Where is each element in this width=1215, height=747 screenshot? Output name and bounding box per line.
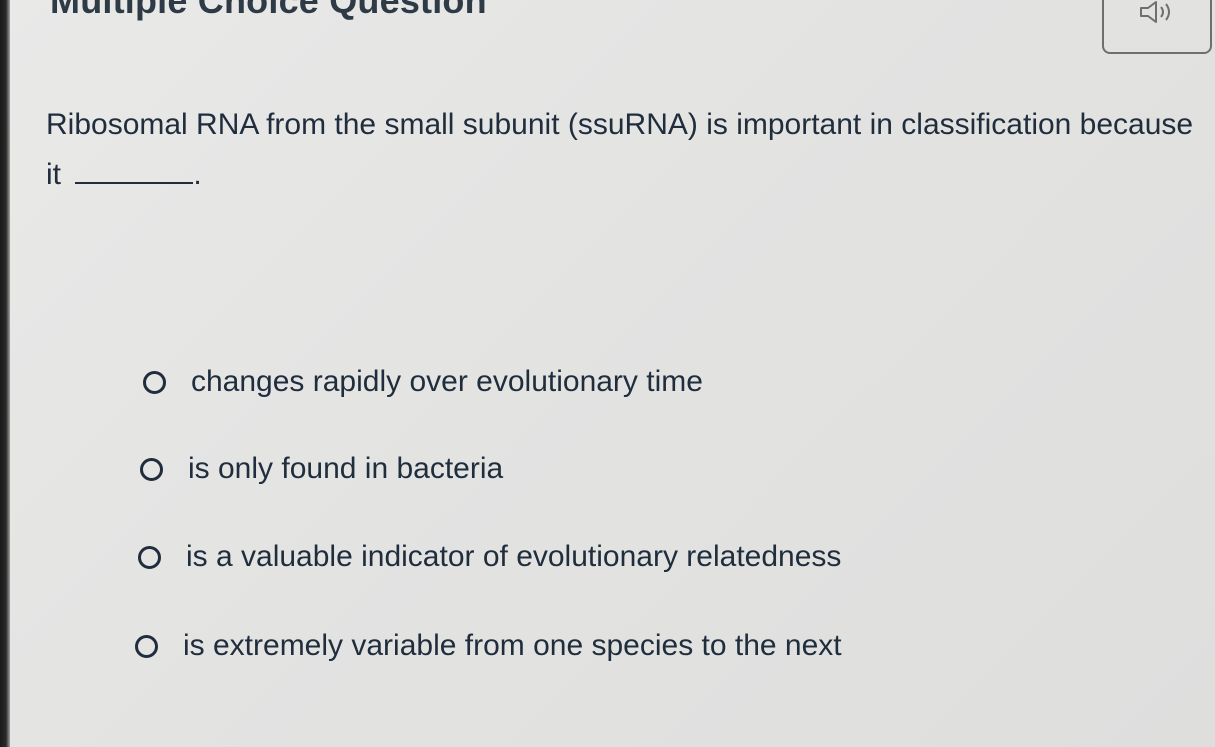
option-3[interactable]: is a valuable indicator of evolutionary … [138,540,841,574]
screen-bezel [0,0,10,747]
option-4[interactable]: is extremely variable from one species t… [135,629,842,663]
read-aloud-button[interactable] [1102,0,1212,54]
question-period: . [193,158,202,191]
option-2[interactable]: is only found in bacteria [140,452,503,486]
option-label: is only found in bacteria [188,452,504,485]
option-1[interactable]: changes rapidly over evolutionary time [143,365,703,399]
option-label: is a valuable indicator of evolutionary … [186,540,842,573]
radio-button[interactable] [143,370,166,394]
radio-button[interactable] [140,457,163,481]
speaker-icon [1140,1,1170,23]
question-stem: Ribosomal RNA from the small subunit (ss… [46,100,1196,200]
radio-button[interactable] [138,545,161,569]
page-title: Multiple Choice Question [50,0,487,21]
radio-button[interactable] [135,634,158,658]
answer-blank [75,162,194,184]
option-label: changes rapidly over evolutionary time [191,365,703,398]
option-label: is extremely variable from one species t… [183,629,842,662]
question-text: Ribosomal RNA from the small subunit (ss… [46,108,1194,191]
